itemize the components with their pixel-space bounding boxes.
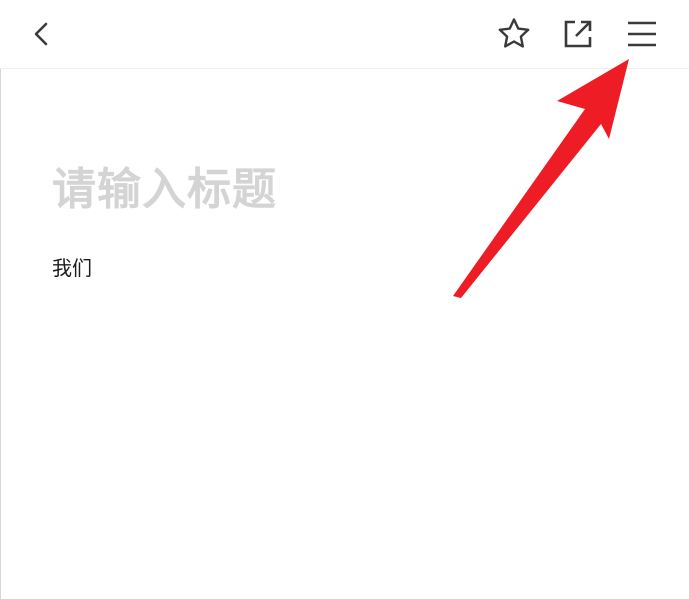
top-toolbar xyxy=(0,0,689,69)
note-editor: 请输入标题 我们 xyxy=(0,69,689,599)
share-button[interactable] xyxy=(556,12,600,56)
note-editor-screen: 请输入标题 我们 xyxy=(0,0,689,599)
external-link-icon xyxy=(562,18,594,50)
chevron-left-icon xyxy=(27,19,57,49)
hamburger-menu-icon xyxy=(626,18,658,50)
title-input[interactable]: 请输入标题 xyxy=(52,162,612,218)
body-text-area[interactable]: 我们 xyxy=(52,254,92,282)
star-icon xyxy=(496,16,532,52)
menu-button[interactable] xyxy=(620,12,664,56)
back-button[interactable] xyxy=(20,12,64,56)
favorite-button[interactable] xyxy=(492,12,536,56)
